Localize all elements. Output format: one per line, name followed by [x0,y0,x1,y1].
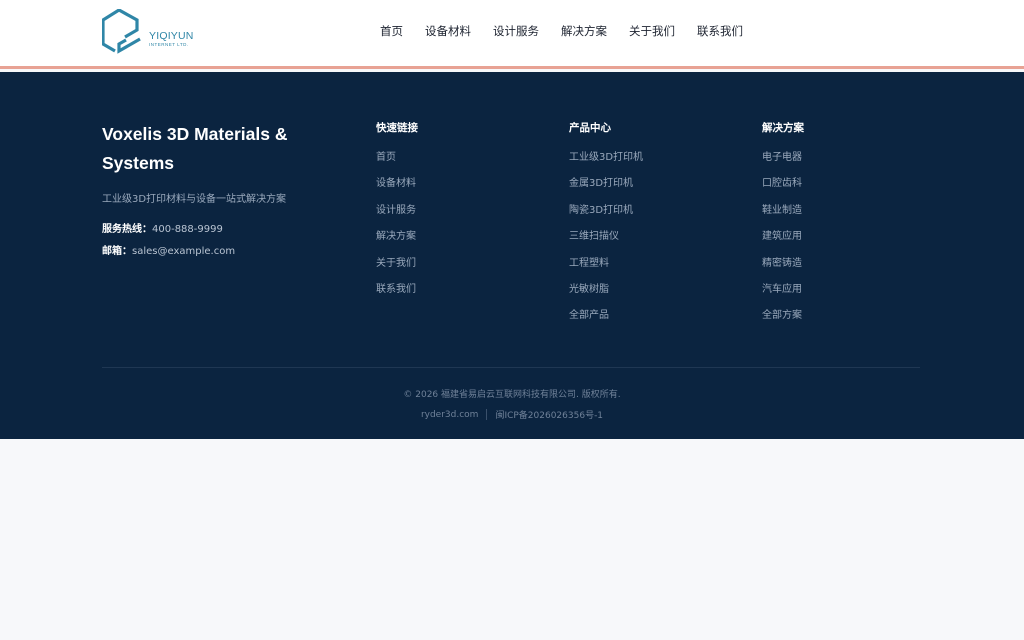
footer-link-electronics[interactable]: 电子电器 [762,145,804,171]
footer-legal: ryder3d.com 闽ICP备2026026356号-1 [0,408,1024,421]
nav-item-solutions[interactable]: 解决方案 [561,23,607,39]
footer-link-automotive[interactable]: 汽车应用 [762,277,804,303]
footer-link-ceramic-3d-printer[interactable]: 陶瓷3D打印机 [569,198,643,224]
footer-column-title: 解决方案 [762,122,804,134]
footer-hotline-value[interactable]: 400-888-9999 [152,224,223,235]
footer-email-value[interactable]: sales@example.com [132,246,235,257]
nav-item-home[interactable]: 首页 [380,23,403,39]
footer-column-solutions: 解决方案 电子电器 口腔齿科 鞋业制造 建筑应用 精密铸造 汽车应用 全部方案 [762,120,804,330]
footer-link-about[interactable]: 关于我们 [376,251,418,277]
footer-email: 邮箱：sales@example.com [102,242,347,257]
footer-link-solutions[interactable]: 解决方案 [376,224,418,250]
footer-domain-link[interactable]: ryder3d.com [421,410,479,420]
footer-column-title: 快速链接 [376,122,418,134]
footer-column-products: 产品中心 工业级3D打印机 金属3D打印机 陶瓷3D打印机 三维扫描仪 工程塑料… [569,120,643,330]
footer-icp-link[interactable]: 闽ICP备2026026356号-1 [495,408,603,421]
footer-link-home[interactable]: 首页 [376,145,418,171]
footer-legal-separator [486,409,488,420]
footer-link-photosensitive-resin[interactable]: 光敏树脂 [569,277,643,303]
footer-link-engineering-plastics[interactable]: 工程塑料 [569,251,643,277]
footer-link-industrial-3d-printer[interactable]: 工业级3D打印机 [569,145,643,171]
footer-link-contact[interactable]: 联系我们 [376,277,418,303]
main-nav: 首页 设备材料 设计服务 解决方案 关于我们 联系我们 [380,23,743,39]
footer-link-metal-3d-printer[interactable]: 金属3D打印机 [569,171,643,197]
footer-column-title: 产品中心 [569,122,611,134]
footer-link-footwear[interactable]: 鞋业制造 [762,198,804,224]
footer-hotline-label: 服务热线： [102,224,152,235]
footer-link-architecture[interactable]: 建筑应用 [762,224,804,250]
site-footer: Voxelis 3D Materials & Systems 工业级3D打印材料… [0,72,1024,439]
logo[interactable]: YIQIYUN INTERNET LTD. [102,9,194,55]
footer-brand-description: 工业级3D打印材料与设备一站式解决方案 [102,194,287,205]
footer-column-quick-links: 快速链接 首页 设备材料 设计服务 解决方案 关于我们 联系我们 [376,120,418,303]
nav-item-equipment-materials[interactable]: 设备材料 [425,23,471,39]
nav-item-design-services[interactable]: 设计服务 [493,23,539,39]
footer-link-all-solutions[interactable]: 全部方案 [762,303,804,329]
site-header: YIQIYUN INTERNET LTD. 首页 设备材料 设计服务 解决方案 … [0,0,1024,69]
footer-hotline: 服务热线：400-888-9999 [102,220,347,235]
logo-subtitle: INTERNET LTD. [149,42,189,47]
footer-link-precision-casting[interactable]: 精密铸造 [762,251,804,277]
footer-link-dental[interactable]: 口腔齿科 [762,171,804,197]
footer-divider [102,367,920,368]
logo-text: YIQIYUN INTERNET LTD. [149,29,194,48]
logo-name: YIQIYUN [149,29,194,42]
footer-link-design-services[interactable]: 设计服务 [376,198,418,224]
logo-icon [102,9,141,54]
footer-email-label: 邮箱： [102,246,132,257]
footer-link-3d-scanner[interactable]: 三维扫描仪 [569,224,643,250]
nav-item-contact[interactable]: 联系我们 [697,23,743,39]
nav-item-about[interactable]: 关于我们 [629,23,675,39]
footer-copyright: © 2026 福建省易启云互联网科技有限公司. 版权所有. [403,390,621,400]
footer-link-all-products[interactable]: 全部产品 [569,303,643,329]
footer-brand: Voxelis 3D Materials & Systems 工业级3D打印材料… [102,120,347,257]
footer-brand-title: Voxelis 3D Materials & Systems [102,124,288,173]
footer-link-equipment-materials[interactable]: 设备材料 [376,171,418,197]
